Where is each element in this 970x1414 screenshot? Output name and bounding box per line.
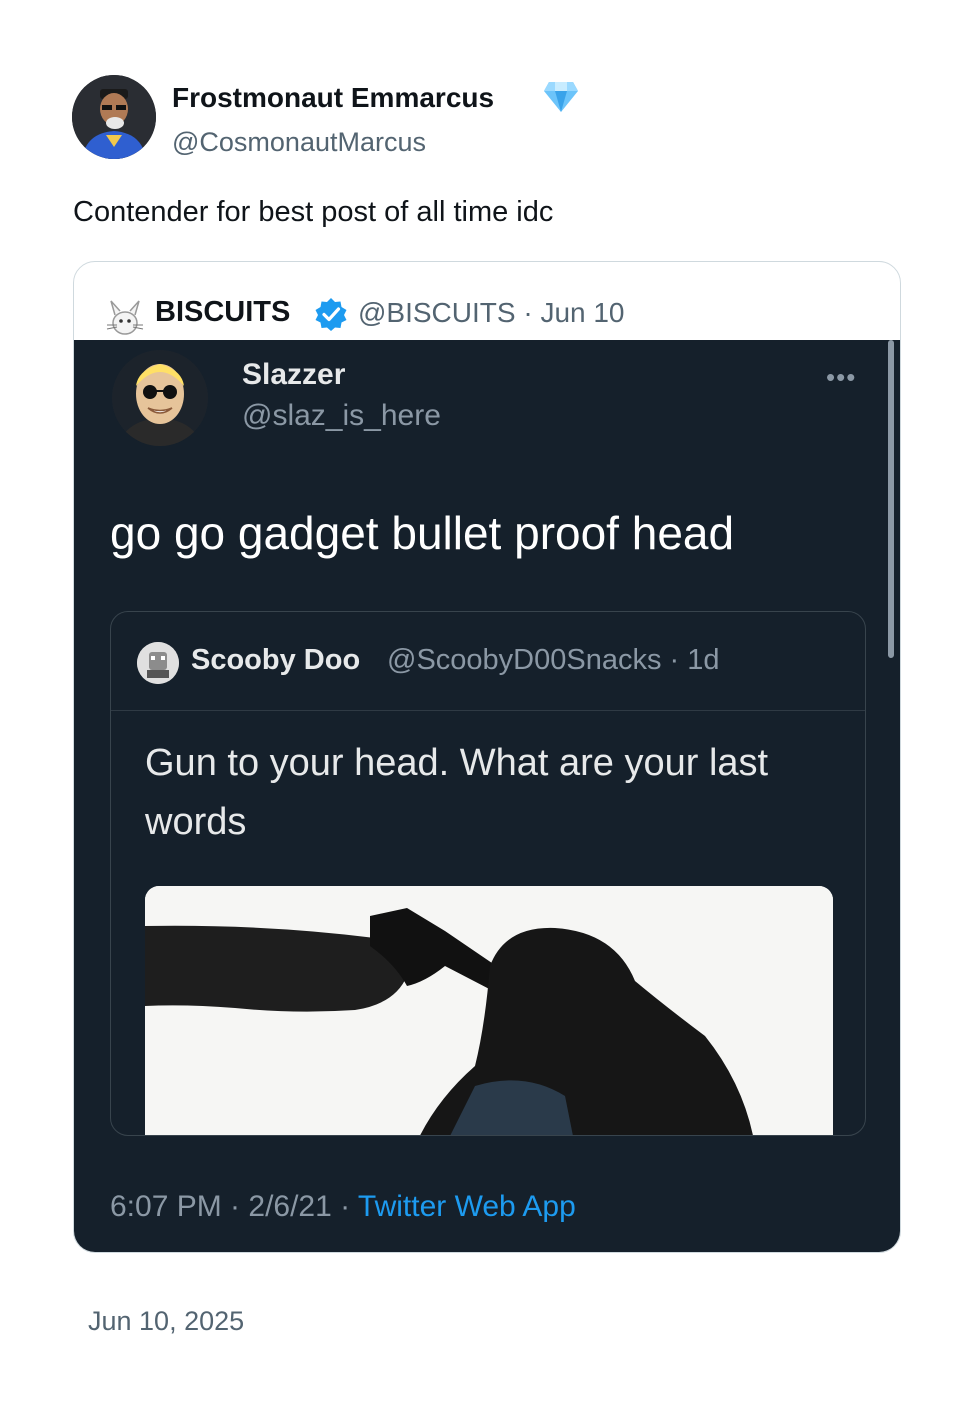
author-name[interactable]: Frostmonaut Emmarcus	[172, 82, 494, 114]
slazzer-avatar	[112, 350, 208, 446]
nested-quote-card: Scooby Doo @ScoobyD00Snacks · 1d Gun to …	[110, 611, 866, 1136]
quoted-name[interactable]: BISCUITS	[155, 296, 290, 329]
verified-badge-icon	[314, 297, 348, 331]
divider	[111, 710, 865, 711]
screenshot-tweet-text: go go gadget bullet proof head	[110, 507, 735, 559]
scooby-name: Scooby Doo	[191, 644, 361, 676]
author-avatar[interactable]	[72, 75, 156, 159]
scooby-meta: @ScoobyD00Snacks · 1d	[387, 644, 720, 676]
footer-time: 6:07 PM · 2/6/21 ·	[110, 1190, 358, 1223]
gun-to-head-image	[145, 886, 833, 1135]
footer-app-link: Twitter Web App	[357, 1190, 576, 1223]
scrollbar	[888, 340, 894, 658]
quoted-meta: @BISCUITS · Jun 10	[358, 297, 625, 328]
scooby-avatar	[137, 642, 179, 684]
quoted-screenshot: Slazzer @slaz_is_here ••• go go gadget b…	[74, 340, 900, 1252]
author-handle[interactable]: @CosmonautMarcus	[172, 127, 426, 158]
slazzer-handle: @slaz_is_here	[242, 399, 441, 432]
scooby-tweet-text: Gun to your head. What are your last wor…	[145, 742, 769, 843]
post-date[interactable]: Jun 10, 2025	[88, 1306, 244, 1337]
quoted-post-card[interactable]: BISCUITS @BISCUITS · Jun 10 Slazzer @sla…	[73, 261, 901, 1253]
post-text: Contender for best post of all time idc	[73, 196, 554, 228]
quoted-avatar	[103, 295, 147, 339]
more-options-icon: •••	[826, 362, 857, 392]
slazzer-name: Slazzer	[242, 358, 346, 391]
diamond-icon	[543, 80, 579, 114]
screenshot-footer: 6:07 PM · 2/6/21 · Twitter Web App	[110, 1190, 576, 1224]
